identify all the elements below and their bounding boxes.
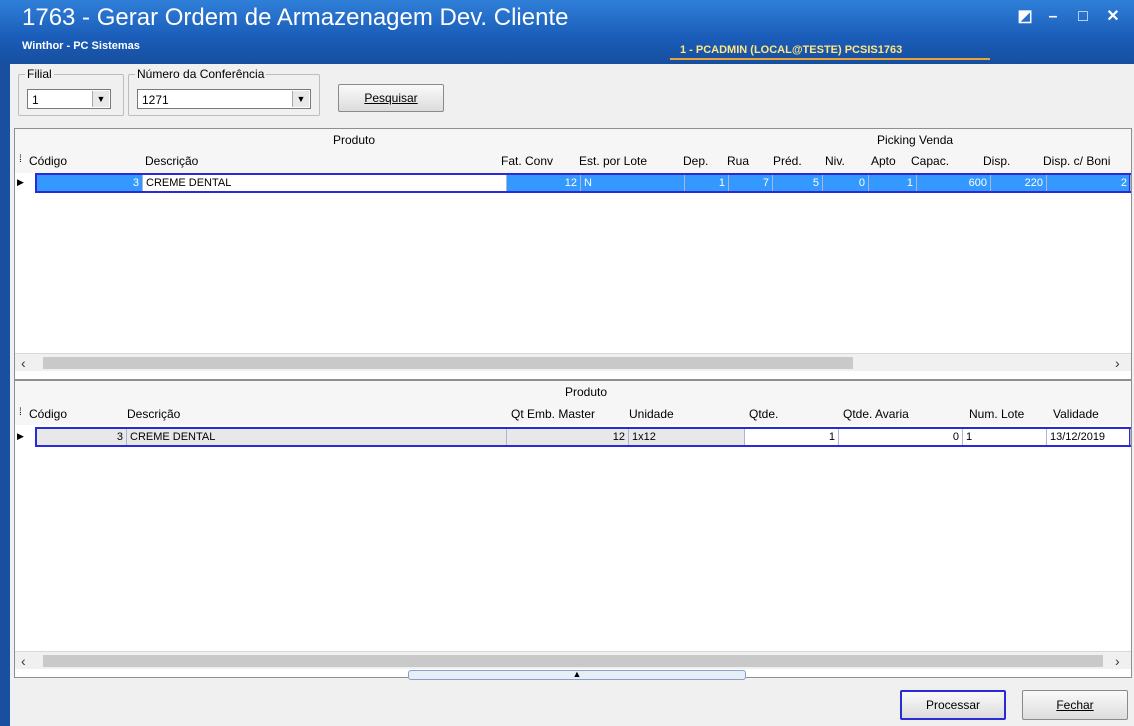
scroll-thumb[interactable]: [43, 655, 1103, 667]
col-descricao[interactable]: Descrição: [145, 154, 198, 168]
conferencia-group: Número da Conferência 1271 ▼: [128, 67, 320, 116]
cell-est-lote: N: [581, 175, 685, 191]
title-underline: [670, 58, 990, 60]
scroll-left-icon[interactable]: ‹: [21, 355, 26, 371]
cell-avaria: 0: [839, 429, 963, 445]
grid1-header: Produto Picking Venda ⁞ Código Descrição…: [15, 129, 1131, 173]
cell-codigo: 3: [37, 175, 143, 191]
minimize-button[interactable]: –: [1040, 6, 1066, 28]
scroll-right-icon[interactable]: ›: [1115, 653, 1120, 669]
search-button[interactable]: Pesquisar: [338, 84, 444, 112]
col-codigo[interactable]: Código: [29, 154, 67, 168]
window-title: 1763 - Gerar Ordem de Armazenagem Dev. C…: [22, 4, 569, 31]
scroll-thumb[interactable]: [43, 357, 853, 369]
grid1-group-produto: Produto: [333, 133, 376, 147]
chevron-down-icon[interactable]: ▼: [292, 91, 309, 107]
col-disp-boni[interactable]: Disp. c/ Boni: [1043, 154, 1110, 168]
cell-disp-boni: 2: [1047, 175, 1131, 191]
splitter-handle[interactable]: ▲: [408, 670, 746, 680]
cell-lote: 1: [963, 429, 1047, 445]
title-bar: 1763 - Gerar Ordem de Armazenagem Dev. C…: [0, 0, 1134, 64]
col-disp[interactable]: Disp.: [983, 154, 1010, 168]
filial-label: Filial: [25, 67, 54, 81]
cell-descricao: CREME DENTAL: [127, 429, 507, 445]
filial-value: 1: [32, 93, 39, 107]
cell-descricao: CREME DENTAL: [143, 175, 507, 191]
cell-fat-conv: 12: [507, 175, 581, 191]
col-lote[interactable]: Num. Lote: [969, 407, 1024, 421]
scroll-right-icon[interactable]: ›: [1115, 355, 1120, 371]
row-indicator-icon: ▶: [17, 177, 24, 187]
col-descricao[interactable]: Descrição: [127, 407, 180, 421]
cell-disp: 220: [991, 175, 1047, 191]
cell-capac: 600: [917, 175, 991, 191]
grid2-group-produto: Produto: [565, 385, 608, 399]
grid2-scrollbar[interactable]: ‹ ›: [15, 651, 1131, 669]
conferencia-combo[interactable]: 1271 ▼: [137, 89, 311, 109]
col-qt-emb[interactable]: Qt Emb. Master: [511, 407, 595, 421]
cell-validade: 13/12/2019: [1047, 429, 1131, 445]
col-codigo[interactable]: Código: [29, 407, 67, 421]
cell-rua: 7: [729, 175, 773, 191]
cell-codigo: 3: [37, 429, 127, 445]
col-rua[interactable]: Rua: [727, 154, 749, 168]
col-fat-conv[interactable]: Fat. Conv: [501, 154, 553, 168]
col-dep[interactable]: Dep.: [683, 154, 708, 168]
col-est-lote[interactable]: Est. por Lote: [579, 154, 647, 168]
maximize-button[interactable]: □: [1070, 6, 1096, 28]
cell-pred: 5: [773, 175, 823, 191]
cell-unidade: 1x12: [629, 429, 745, 445]
chevron-down-icon[interactable]: ▼: [92, 91, 109, 107]
conference-grid: Produto ⁞ Código Descrição Qt Emb. Maste…: [14, 380, 1132, 678]
conferencia-label: Número da Conferência: [135, 67, 267, 81]
grid1-group-picking: Picking Venda: [877, 133, 954, 147]
table-row[interactable]: 3 CREME DENTAL 12 N 1 7 5 0 1 600 220 2: [35, 173, 1131, 193]
scroll-left-icon[interactable]: ‹: [21, 653, 26, 669]
restore-icon[interactable]: ◩: [1012, 6, 1038, 28]
col-niv[interactable]: Niv.: [825, 154, 845, 168]
col-qtde[interactable]: Qtde.: [749, 407, 778, 421]
chevron-up-icon[interactable]: ▲: [573, 669, 582, 679]
row-indicator-icon: ▶: [17, 431, 24, 441]
col-unidade[interactable]: Unidade: [629, 407, 674, 421]
process-button[interactable]: Processar: [900, 690, 1006, 720]
grid-menu-icon[interactable]: ⁞: [19, 407, 22, 418]
close-button[interactable]: Fechar: [1022, 690, 1128, 720]
col-pred[interactable]: Préd.: [773, 154, 802, 168]
col-validade[interactable]: Validade: [1053, 407, 1099, 421]
grid-menu-icon[interactable]: ⁞: [19, 154, 22, 165]
col-avaria[interactable]: Qtde. Avaria: [843, 407, 909, 421]
picking-grid: Produto Picking Venda ⁞ Código Descrição…: [14, 128, 1132, 380]
close-window-button[interactable]: ✕: [1100, 6, 1126, 28]
conferencia-value: 1271: [142, 93, 169, 107]
cell-niv: 0: [823, 175, 869, 191]
table-row[interactable]: 3 CREME DENTAL 12 1x12 1 0 1 13/12/2019: [35, 427, 1131, 447]
client-area: Filial 1 ▼ Número da Conferência 1271 ▼ …: [8, 64, 1134, 726]
process-button-label: Processar: [925, 698, 981, 712]
cell-apto: 1: [869, 175, 917, 191]
cell-qtde: 1: [745, 429, 839, 445]
cell-qt-emb: 12: [507, 429, 629, 445]
filial-combo[interactable]: 1 ▼: [27, 89, 111, 109]
grid2-header: Produto ⁞ Código Descrição Qt Emb. Maste…: [15, 381, 1131, 425]
app-subtitle: Winthor - PC Sistemas: [22, 40, 140, 52]
col-apto[interactable]: Apto: [871, 154, 896, 168]
col-capac[interactable]: Capac.: [911, 154, 949, 168]
close-button-label: Fechar: [1056, 698, 1094, 712]
cell-dep: 1: [685, 175, 729, 191]
search-button-label: Pesquisar: [364, 91, 418, 105]
filial-group: Filial 1 ▼: [18, 67, 124, 116]
user-info: 1 - PCADMIN (LOCAL@TESTE) PCSIS1763: [680, 44, 903, 56]
grid1-scrollbar[interactable]: ‹ ›: [15, 353, 1131, 371]
